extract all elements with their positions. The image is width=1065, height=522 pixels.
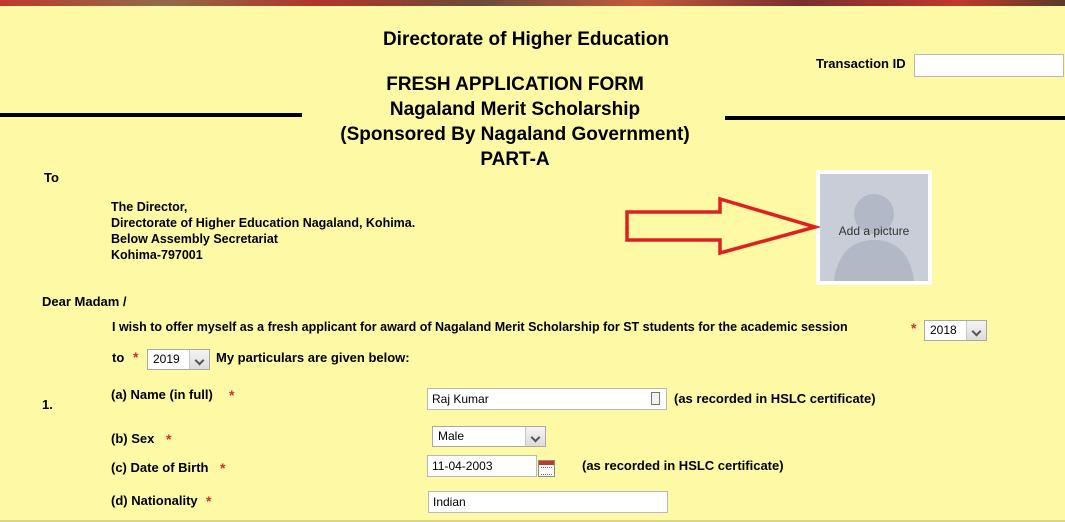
dob-value: 11-04-2003 <box>432 459 493 473</box>
address-line: Directorate of Higher Education Nagaland… <box>111 216 416 230</box>
contact-card-icon <box>651 392 660 405</box>
required-marker: * <box>911 320 917 336</box>
required-marker: * <box>229 387 235 403</box>
dob-label: (c) Date of Birth <box>111 460 209 475</box>
dob-input[interactable]: 11-04-2003 <box>427 455 537 477</box>
session-to-value: 2019 <box>153 352 180 366</box>
header-rule-left <box>0 113 302 117</box>
sponsor-title: (Sponsored By Nagaland Government) <box>340 124 690 145</box>
section-number: 1. <box>42 397 53 412</box>
name-input[interactable]: Raj Kumar <box>427 388 667 410</box>
session-from-select[interactable]: 2018 <box>924 320 987 341</box>
address-line: Below Assembly Secretariat <box>111 232 278 246</box>
address-line: Kohima-797001 <box>111 248 203 262</box>
required-marker: * <box>133 349 139 365</box>
intro-text: I wish to offer myself as a fresh applic… <box>112 320 848 334</box>
chevron-down-icon <box>525 427 545 446</box>
transaction-id-input[interactable] <box>914 54 1064 77</box>
add-picture-label: Add a picture <box>838 224 910 238</box>
directorate-title: Directorate of Higher Education <box>382 29 670 50</box>
address-block: The Director, Directorate of Higher Educ… <box>111 199 415 263</box>
header-banner-image <box>0 0 1065 6</box>
to-word: to <box>112 350 125 365</box>
sex-label: (b) Sex <box>111 431 155 446</box>
salutation: Dear Madam / <box>42 294 127 309</box>
name-label: (a) Name (in full) <box>111 387 213 402</box>
part-title: PART-A <box>480 149 550 170</box>
avatar-placeholder: Add a picture <box>820 174 928 281</box>
nationality-value: Indian <box>433 495 466 509</box>
add-picture-button[interactable]: Add a picture <box>816 170 932 285</box>
nationality-input[interactable]: Indian <box>428 491 668 513</box>
dob-note: (as recorded in HSLC certificate) <box>582 458 784 473</box>
name-value: Raj Kumar <box>432 392 489 406</box>
sex-select[interactable]: Male <box>432 426 546 447</box>
nationality-label: (d) Nationality <box>111 493 198 508</box>
red-arrow-icon <box>625 196 820 255</box>
particulars-text: My particulars are given below: <box>216 350 410 365</box>
session-from-value: 2018 <box>930 323 957 337</box>
calendar-icon[interactable] <box>538 460 555 477</box>
form-title-block: FRESH APPLICATION FORM Nagaland Merit Sc… <box>0 72 1030 172</box>
sex-value: Male <box>438 429 465 443</box>
required-marker: * <box>166 431 172 447</box>
address-line: The Director, <box>111 200 188 214</box>
form-title: FRESH APPLICATION FORM <box>386 74 644 95</box>
required-marker: * <box>206 493 212 509</box>
required-marker: * <box>220 460 226 476</box>
header-rule-right <box>725 116 1065 120</box>
transaction-id-label: Transaction ID <box>816 56 906 71</box>
session-to-select[interactable]: 2019 <box>147 349 210 370</box>
name-note: (as recorded in HSLC certificate) <box>674 391 876 406</box>
chevron-down-icon <box>189 350 209 369</box>
to-label: To <box>44 170 59 185</box>
chevron-down-icon <box>966 321 986 340</box>
